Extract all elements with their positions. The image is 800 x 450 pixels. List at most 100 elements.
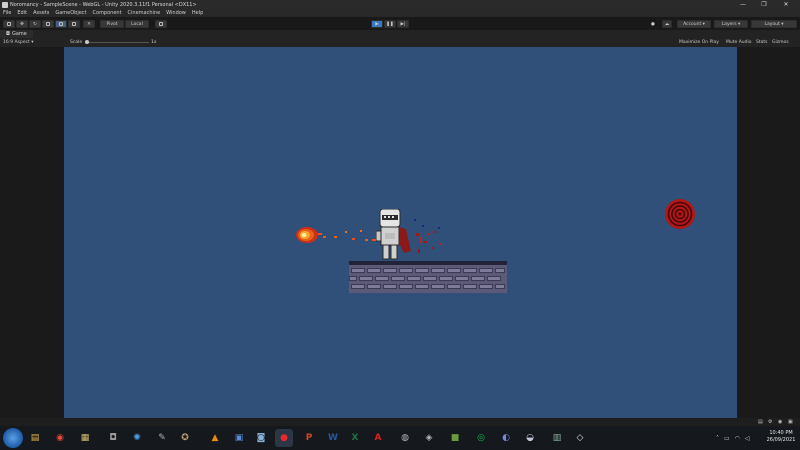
spotify-icon[interactable]: ◎ <box>472 429 490 447</box>
rotate-tool-button[interactable]: ↻ <box>29 20 41 28</box>
menu-edit[interactable]: Edit <box>17 10 27 16</box>
discord-icon[interactable]: ◐ <box>497 429 515 447</box>
game-view-toolbar: 16:9 Aspect ▾ Scale 1x Maximize On Play … <box>0 38 800 47</box>
fire-trail-particles <box>334 230 381 241</box>
pivot-toggle[interactable]: Pivot <box>100 20 124 28</box>
unity-icon[interactable]: ◈ <box>420 429 438 447</box>
menu-help[interactable]: Help <box>192 10 203 16</box>
record-app-icon[interactable]: ● <box>275 429 293 447</box>
file-manager-icon[interactable]: ▣ <box>230 429 248 447</box>
local-toggle[interactable]: Local <box>125 20 149 28</box>
file-explorer-icon[interactable]: ▤ <box>26 429 44 447</box>
photo-viewer-icon[interactable]: ◙ <box>252 429 270 447</box>
play-button[interactable]: ▶ <box>371 20 383 28</box>
account-dropdown[interactable]: Account ▾ <box>677 20 711 28</box>
custom-tool-button[interactable]: ✕ <box>83 20 95 28</box>
menu-window[interactable]: Window <box>166 10 186 16</box>
chrome-icon[interactable]: ◉ <box>51 429 69 447</box>
brick <box>439 276 453 281</box>
scale-tool-button[interactable] <box>42 20 54 28</box>
hand-icon <box>7 22 11 26</box>
game-controller-app-icon[interactable]: ◘ <box>104 429 122 447</box>
brick <box>495 284 505 289</box>
pause-button[interactable]: ❚❚ <box>384 20 396 28</box>
start-button[interactable] <box>3 428 23 448</box>
layout-dropdown[interactable]: Layout ▾ <box>751 20 797 28</box>
asterisk-app-icon[interactable]: ✺ <box>128 429 146 447</box>
powerpoint-icon[interactable]: P <box>300 429 318 447</box>
rect-icon <box>59 22 63 26</box>
move-tool-button[interactable]: ✥ <box>16 20 28 28</box>
maximize-button[interactable]: ❐ <box>756 0 772 9</box>
settings-icon[interactable]: ▣ <box>788 419 793 425</box>
fireball-sprite <box>296 227 326 243</box>
hand-tool-button[interactable] <box>3 20 15 28</box>
notifications-icon[interactable]: ◉ <box>778 419 782 425</box>
brick <box>455 276 469 281</box>
menu-bar: File Edit Assets GameObject Component Ci… <box>0 9 800 17</box>
brick <box>431 268 445 273</box>
scale-slider-handle[interactable] <box>85 40 89 44</box>
clock-date: 26/09/2021 <box>766 437 796 443</box>
brick <box>415 268 429 273</box>
stats-toggle[interactable]: Stats <box>756 38 768 47</box>
progress-icon[interactable]: ⚙ <box>768 419 772 425</box>
scale-value: 1x <box>151 40 157 45</box>
brick <box>495 268 505 273</box>
menu-gameobject[interactable]: GameObject <box>55 10 86 16</box>
mute-audio-toggle[interactable]: Mute Audio <box>726 38 752 47</box>
rect-tool-button[interactable] <box>55 20 67 28</box>
aspect-dropdown[interactable]: 16:9 Aspect ▾ <box>3 38 34 47</box>
rotate-icon: ↻ <box>33 21 37 27</box>
steam-icon[interactable]: ◒ <box>521 429 539 447</box>
menu-cinemachine[interactable]: Cinemachine <box>128 10 161 16</box>
brick <box>359 276 373 281</box>
brick <box>447 268 461 273</box>
menu-component[interactable]: Component <box>93 10 122 16</box>
menu-file[interactable]: File <box>3 10 11 16</box>
layout-label: Layout <box>764 21 780 27</box>
tray-chevron-up-icon[interactable]: ˄ <box>716 435 719 442</box>
vlc-icon[interactable]: ▲ <box>206 429 224 447</box>
cloud-button[interactable]: ☁ <box>662 20 672 28</box>
minecraft-icon[interactable]: ■ <box>446 429 464 447</box>
battery-icon[interactable]: ▭ <box>724 435 730 442</box>
brick <box>367 284 381 289</box>
minimize-button[interactable]: — <box>735 0 751 9</box>
account-label: Account <box>683 21 702 27</box>
layers-label: Layers <box>721 21 737 27</box>
layers-dropdown[interactable]: Layers ▾ <box>714 20 748 28</box>
word-icon[interactable]: W <box>324 429 342 447</box>
unity-hub-icon[interactable]: ◍ <box>396 429 414 447</box>
unity-editor-icon[interactable]: ◇ <box>571 429 589 447</box>
acrobat-icon[interactable]: A <box>369 429 387 447</box>
game-view[interactable] <box>64 47 737 425</box>
unity-logo-icon <box>2 1 8 8</box>
task-view-icon[interactable]: ▥ <box>548 429 566 447</box>
taskbar-clock[interactable]: 10:40 PM 26/09/2021 <box>765 430 797 444</box>
brick <box>399 284 413 289</box>
explorer-folder-icon[interactable]: ▦ <box>76 429 94 447</box>
brick <box>487 276 501 281</box>
snap-button[interactable] <box>155 20 167 28</box>
volume-icon[interactable]: ◁ <box>745 435 750 442</box>
menu-assets[interactable]: Assets <box>33 10 49 16</box>
gizmos-dropdown[interactable]: Gizmos <box>772 38 789 47</box>
brush-icon[interactable]: ✎ <box>153 429 171 447</box>
console-icon[interactable]: ▤ <box>758 419 763 425</box>
brick <box>367 268 381 273</box>
gimp-icon[interactable]: ✪ <box>176 429 194 447</box>
brick <box>391 276 405 281</box>
transform-tool-button[interactable] <box>68 20 80 28</box>
brick <box>447 284 461 289</box>
collab-icon[interactable]: ● <box>648 20 658 28</box>
tab-game[interactable]: ◘ Game <box>0 30 33 38</box>
wifi-icon[interactable]: ◠ <box>735 435 740 442</box>
scale-slider-track[interactable] <box>85 42 149 43</box>
excel-icon[interactable]: X <box>346 429 364 447</box>
step-button[interactable]: ▶| <box>397 20 409 28</box>
maximize-on-play-toggle[interactable]: Maximize On Play <box>679 38 719 47</box>
close-button[interactable]: ✕ <box>778 0 794 9</box>
clock-time: 10:40 PM <box>769 430 793 436</box>
brick <box>383 284 397 289</box>
